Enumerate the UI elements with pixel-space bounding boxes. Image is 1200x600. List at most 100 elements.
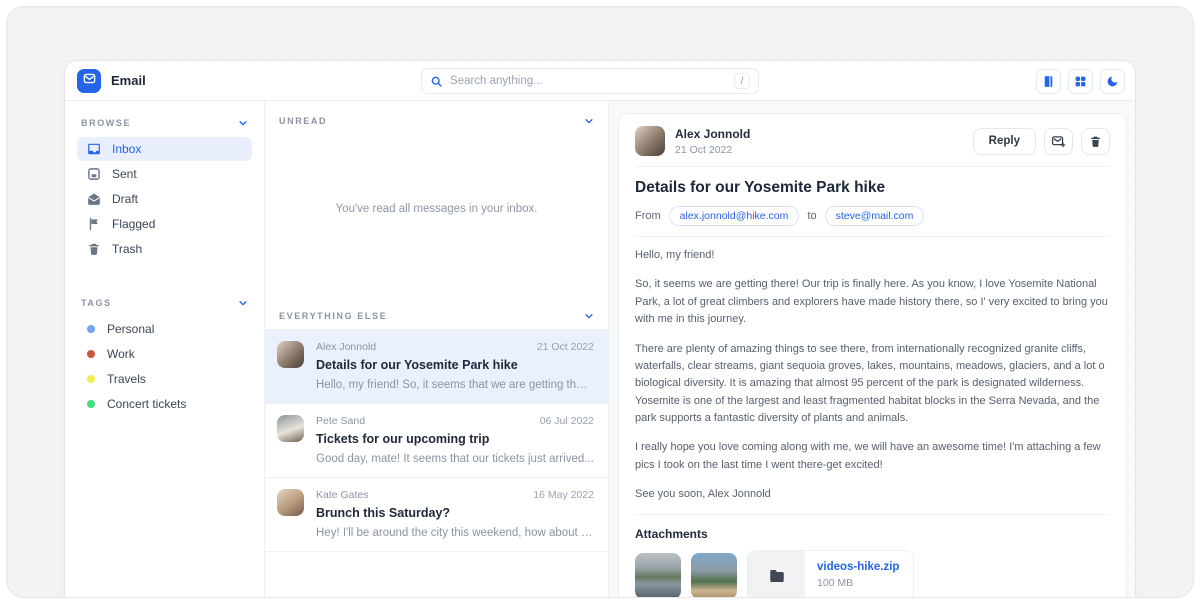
browse-label: BROWSE	[81, 118, 131, 128]
mail-list-item[interactable]: Kate Gates 16 May 2022 Brunch this Satur…	[265, 478, 608, 552]
body-paragraph: There are plenty of amazing things to se…	[635, 341, 1110, 428]
reply-button[interactable]: Reply	[973, 128, 1036, 155]
body-paragraph: So, it seems we are getting there! Our t…	[635, 276, 1110, 328]
trash-icon	[1089, 135, 1102, 148]
avatar	[277, 415, 304, 442]
to-address-chip[interactable]: steve@mail.com	[825, 206, 925, 226]
from-label: From	[635, 210, 661, 222]
to-label: to	[807, 210, 816, 222]
moon-icon	[1106, 75, 1119, 88]
mail-subject: Details for our Yosemite Park hike	[316, 358, 594, 372]
dark-mode-toggle[interactable]	[1100, 69, 1125, 94]
body-paragraph: See you soon, Alex Jonnold	[635, 486, 1110, 503]
everything-else-section-header: EVERYTHING ELSE	[265, 296, 608, 329]
email-app-window: Email /	[65, 61, 1135, 598]
mail-sender: Pete Sand	[316, 415, 365, 427]
main-layout: BROWSE Inbox Sent	[65, 101, 1135, 598]
attachment-photo-thumbnail[interactable]	[691, 553, 737, 599]
email-body: Hello, my friend! So, it seems we are ge…	[635, 247, 1110, 504]
body-paragraph: Hello, my friend!	[635, 247, 1110, 264]
tag-label: Work	[107, 347, 135, 361]
search-icon	[430, 75, 443, 88]
sidebar-item-label: Flagged	[112, 217, 155, 231]
detail-date: 21 Oct 2022	[675, 144, 750, 156]
sidebar-item-draft[interactable]: Draft	[77, 187, 252, 211]
search-bar[interactable]: /	[421, 68, 759, 94]
mail-subject: Tickets for our upcoming trip	[316, 432, 594, 446]
attachment-photo-thumbnail[interactable]	[635, 553, 681, 599]
envelope-plus-icon	[1051, 134, 1066, 149]
attachment-file-size: 100 MB	[817, 577, 899, 589]
sidebar-item-sent[interactable]: Sent	[77, 162, 252, 186]
unread-label: UNREAD	[279, 116, 327, 126]
tag-item-work[interactable]: Work	[77, 342, 252, 366]
sidebar-item-trash[interactable]: Trash	[77, 237, 252, 261]
tag-item-personal[interactable]: Personal	[77, 317, 252, 341]
detail-actions: Reply	[973, 128, 1110, 155]
sidebar-item-label: Trash	[112, 242, 142, 256]
tag-color-dot	[87, 375, 95, 383]
from-address-chip[interactable]: alex.jonnold@hike.com	[669, 206, 800, 226]
tag-label: Travels	[107, 372, 146, 386]
mail-list-item[interactable]: Alex Jonnold 21 Oct 2022 Details for our…	[265, 330, 608, 404]
unread-empty-message: You've read all messages in your inbox.	[336, 203, 538, 215]
sidebar-item-label: Sent	[112, 167, 137, 181]
draft-icon	[87, 192, 101, 206]
attachment-file-name: videos-hike.zip	[817, 561, 899, 573]
mail-date: 16 May 2022	[533, 489, 594, 501]
folder-icon	[768, 567, 786, 585]
body-paragraph: I really hope you love coming along with…	[635, 439, 1110, 474]
divider	[635, 166, 1110, 167]
mail-sender: Alex Jonnold	[316, 341, 376, 353]
tag-item-concert-tickets[interactable]: Concert tickets	[77, 392, 252, 416]
mail-list-column: UNREAD You've read all messages in your …	[265, 101, 609, 598]
chevron-down-icon[interactable]	[584, 116, 594, 126]
tag-label: Concert tickets	[107, 397, 186, 411]
envelope-icon	[83, 72, 96, 90]
sent-icon	[87, 167, 101, 181]
from-to-row: From alex.jonnold@hike.com to steve@mail…	[635, 206, 1110, 226]
tag-label: Personal	[107, 322, 154, 336]
chevron-down-icon[interactable]	[238, 298, 248, 308]
app-logo	[77, 69, 101, 93]
top-action-buttons	[1036, 69, 1125, 94]
mail-date: 21 Oct 2022	[537, 341, 594, 353]
app-title: Email	[111, 73, 146, 88]
chevron-down-icon[interactable]	[584, 311, 594, 321]
tag-color-dot	[87, 350, 95, 358]
reading-pane: Alex Jonnold 21 Oct 2022 Reply	[609, 101, 1135, 598]
mail-date: 06 Jul 2022	[540, 415, 594, 427]
unread-empty-state: You've read all messages in your inbox.	[265, 134, 608, 284]
email-detail-card: Alex Jonnold 21 Oct 2022 Reply	[618, 113, 1127, 598]
forward-mail-button[interactable]	[1044, 128, 1073, 155]
search-shortcut-key: /	[734, 73, 750, 89]
tags-label: TAGS	[81, 298, 112, 308]
mail-preview: Hello, my friend! So, it seems that we a…	[316, 379, 594, 391]
mail-subject: Brunch this Saturday?	[316, 506, 594, 520]
tag-color-dot	[87, 325, 95, 333]
mail-list-item[interactable]: Pete Sand 06 Jul 2022 Tickets for our up…	[265, 404, 608, 478]
mail-preview: Good day, mate! It seems that our ticket…	[316, 453, 594, 465]
sidebar-item-inbox[interactable]: Inbox	[77, 137, 252, 161]
chevron-down-icon[interactable]	[238, 118, 248, 128]
top-bar: Email /	[65, 61, 1135, 101]
sidebar-item-label: Inbox	[112, 142, 141, 156]
inbox-icon	[87, 142, 101, 156]
apps-grid-button[interactable]	[1068, 69, 1093, 94]
search-input[interactable]	[450, 75, 727, 87]
unread-section-header: UNREAD	[265, 101, 608, 134]
sidebar-item-flagged[interactable]: Flagged	[77, 212, 252, 236]
reading-list-button[interactable]	[1036, 69, 1061, 94]
mail-items: Alex Jonnold 21 Oct 2022 Details for our…	[265, 329, 608, 552]
tag-item-travels[interactable]: Travels	[77, 367, 252, 391]
tags-section-header: TAGS	[77, 283, 252, 316]
attachment-file-card[interactable]: videos-hike.zip 100 MB	[747, 550, 914, 599]
flag-icon	[87, 217, 101, 231]
divider	[635, 236, 1110, 237]
avatar	[277, 341, 304, 368]
grid-icon	[1074, 75, 1087, 88]
everything-else-label: EVERYTHING ELSE	[279, 311, 387, 321]
detail-sender-name: Alex Jonnold	[675, 127, 750, 141]
tag-color-dot	[87, 400, 95, 408]
delete-mail-button[interactable]	[1081, 128, 1110, 155]
